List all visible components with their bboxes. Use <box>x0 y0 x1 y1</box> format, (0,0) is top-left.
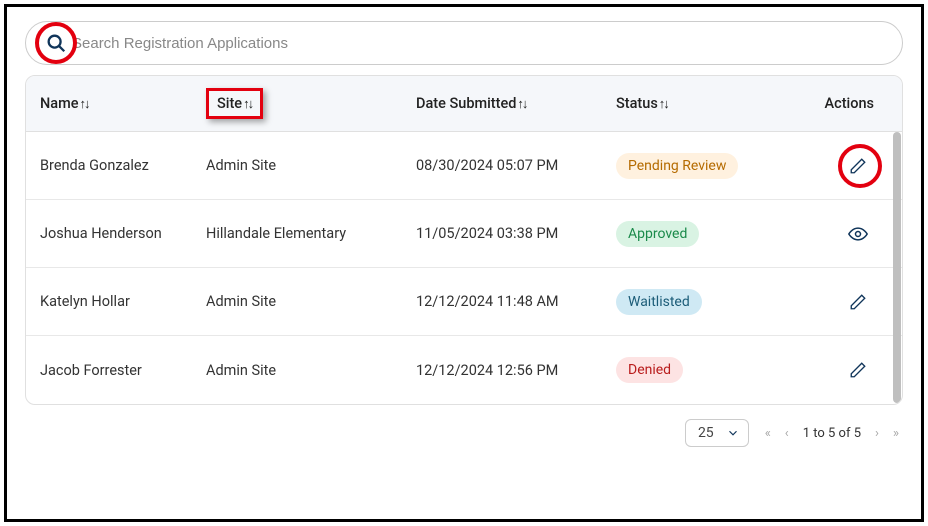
cell-name: Katelyn Hollar <box>26 293 206 310</box>
pager-range-text: 1 to 5 of 5 <box>803 426 861 441</box>
cell-status: Waitlisted <box>616 289 786 315</box>
table-row: Joshua HendersonHillandale Elementary11/… <box>26 200 902 268</box>
cell-name: Jacob Forrester <box>26 362 206 379</box>
table-row: Brenda GonzalezAdmin Site08/30/2024 05:0… <box>26 132 902 200</box>
cell-site: Admin Site <box>206 362 416 379</box>
table-row: Jacob ForresterAdmin Site12/12/2024 12:5… <box>26 336 902 404</box>
pencil-icon <box>849 361 867 379</box>
edit-button[interactable] <box>844 288 872 316</box>
eye-icon <box>848 224 868 244</box>
pager-controls: « ‹ 1 to 5 of 5 › » <box>765 426 899 441</box>
pager-prev[interactable]: ‹ <box>785 426 789 441</box>
cell-status: Denied <box>616 357 786 383</box>
search-icon[interactable] <box>45 32 67 54</box>
table-header-row: Name↑↓ Site↑↓ Date Submitted↑↓ Status↑↓ … <box>26 76 902 132</box>
column-header-name-label: Name <box>40 95 79 112</box>
sort-icon: ↑↓ <box>80 96 89 112</box>
applications-table: Name↑↓ Site↑↓ Date Submitted↑↓ Status↑↓ … <box>25 75 903 405</box>
search-box[interactable] <box>25 21 903 65</box>
edit-button[interactable] <box>844 152 872 180</box>
site-header-highlight: Site↑↓ <box>206 88 263 119</box>
pagination: 25 « ‹ 1 to 5 of 5 › » <box>7 419 899 447</box>
cell-site: Admin Site <box>206 293 416 310</box>
pager-first[interactable]: « <box>765 426 771 441</box>
cell-site: Admin Site <box>206 157 416 174</box>
column-header-status[interactable]: Status↑↓ <box>616 95 786 112</box>
search-bar <box>25 21 903 65</box>
cell-actions <box>786 152 902 180</box>
pencil-icon <box>849 157 867 175</box>
table-body: Brenda GonzalezAdmin Site08/30/2024 05:0… <box>26 132 902 404</box>
pencil-icon <box>849 293 867 311</box>
search-input[interactable] <box>72 35 902 52</box>
status-badge: Pending Review <box>616 153 738 179</box>
cell-date: 12/12/2024 11:48 AM <box>416 293 616 310</box>
column-header-actions: Actions <box>786 95 902 112</box>
cell-actions <box>786 356 902 384</box>
page-size-select[interactable]: 25 <box>685 419 749 447</box>
app-frame: Name↑↓ Site↑↓ Date Submitted↑↓ Status↑↓ … <box>4 4 924 522</box>
column-header-status-label: Status <box>616 95 658 112</box>
cell-name: Brenda Gonzalez <box>26 157 206 174</box>
pager-next[interactable]: › <box>875 426 879 441</box>
search-icon-highlight <box>35 22 77 64</box>
status-badge: Waitlisted <box>616 289 702 315</box>
sort-icon: ↑↓ <box>659 96 668 112</box>
column-header-site-label: Site <box>217 95 242 112</box>
column-header-date-label: Date Submitted <box>416 95 516 112</box>
view-button[interactable] <box>844 220 872 248</box>
sort-icon: ↑↓ <box>517 96 526 112</box>
edit-button[interactable] <box>844 356 872 384</box>
status-badge: Approved <box>616 221 699 247</box>
column-header-actions-label: Actions <box>825 95 874 112</box>
column-header-site[interactable]: Site↑↓ <box>206 88 416 119</box>
scrollbar[interactable] <box>893 132 901 403</box>
cell-date: 12/12/2024 12:56 PM <box>416 362 616 379</box>
chevron-down-icon <box>726 426 740 440</box>
sort-icon: ↑↓ <box>243 96 252 112</box>
cell-status: Approved <box>616 221 786 247</box>
cell-date: 08/30/2024 05:07 PM <box>416 157 616 174</box>
cell-status: Pending Review <box>616 153 786 179</box>
cell-actions <box>786 220 902 248</box>
cell-date: 11/05/2024 03:38 PM <box>416 225 616 242</box>
cell-actions <box>786 288 902 316</box>
page-size-value: 25 <box>698 425 714 441</box>
status-badge: Denied <box>616 357 683 383</box>
cell-name: Joshua Henderson <box>26 225 206 242</box>
pager-last[interactable]: » <box>893 426 899 441</box>
column-header-name[interactable]: Name↑↓ <box>26 95 206 112</box>
column-header-date[interactable]: Date Submitted↑↓ <box>416 95 616 112</box>
cell-site: Hillandale Elementary <box>206 225 416 242</box>
table-row: Katelyn HollarAdmin Site12/12/2024 11:48… <box>26 268 902 336</box>
